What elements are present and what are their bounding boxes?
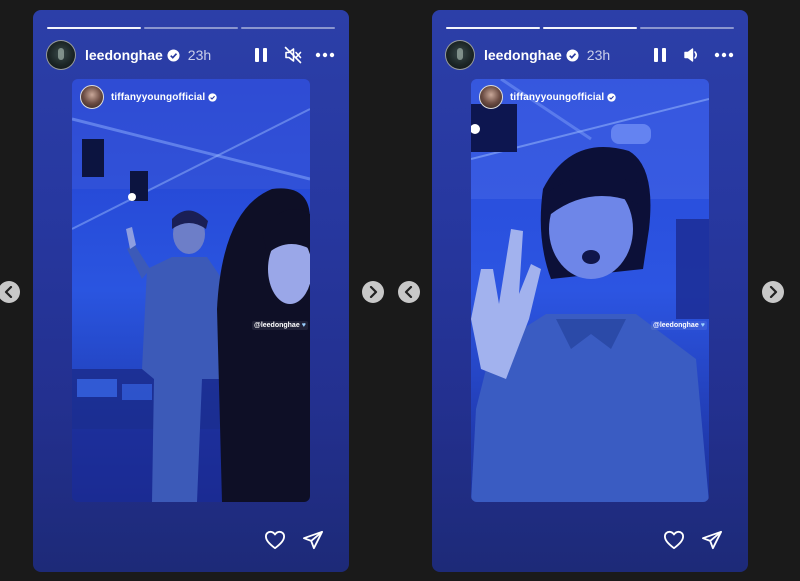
progress-segment	[446, 27, 540, 29]
mention-text: @leedonghae	[254, 322, 300, 329]
share-icon[interactable]	[701, 530, 723, 550]
story-header: leedonghae 23h	[445, 40, 734, 70]
story-progress-bar	[47, 27, 335, 29]
more-options-icon	[714, 52, 734, 58]
story-footer	[663, 530, 723, 550]
chevron-right-icon	[769, 286, 778, 298]
story-header: leedonghae 23h	[46, 40, 335, 70]
previous-story-button[interactable]	[0, 281, 20, 303]
more-options-button[interactable]	[315, 45, 335, 65]
story-footer	[264, 530, 324, 550]
mute-button[interactable]	[283, 45, 303, 65]
post-time: 23h	[187, 47, 212, 63]
blue-heart-icon: ♥	[301, 322, 306, 329]
next-story-button[interactable]	[362, 281, 384, 303]
chevron-left-icon	[4, 286, 13, 298]
post-time: 23h	[586, 47, 611, 63]
previous-story-button[interactable]	[398, 281, 420, 303]
avatar[interactable]	[445, 40, 475, 70]
story-media[interactable]: tiffanyyoungofficial @leedonghae ♥	[72, 79, 310, 502]
verified-icon	[566, 48, 579, 62]
progress-segment	[543, 27, 637, 29]
pause-button[interactable]	[650, 45, 670, 65]
story-photo	[471, 79, 709, 502]
reshared-username[interactable]: tiffanyyoungofficial	[510, 92, 604, 103]
speaker-muted-icon	[284, 46, 302, 64]
story-card-1[interactable]: leedonghae 23h tiffanyyoungofficial @lee…	[33, 10, 349, 572]
next-story-button[interactable]	[762, 281, 784, 303]
progress-segment	[144, 27, 238, 29]
heart-icon[interactable]	[264, 530, 286, 550]
reshared-header[interactable]: tiffanyyoungofficial	[479, 85, 616, 109]
chevron-left-icon	[404, 286, 413, 298]
reshared-avatar[interactable]	[479, 85, 503, 109]
avatar[interactable]	[46, 40, 76, 70]
heart-icon[interactable]	[663, 530, 685, 550]
progress-segment	[47, 27, 141, 29]
story-media[interactable]: tiffanyyoungofficial @leedonghae ♥	[471, 79, 709, 502]
sound-button[interactable]	[682, 45, 702, 65]
verified-icon	[167, 48, 180, 62]
speaker-on-icon	[684, 48, 698, 62]
progress-segment	[241, 27, 335, 29]
more-options-icon	[315, 52, 335, 58]
blue-heart-icon: ♥	[700, 322, 705, 329]
mention-text: @leedonghae	[653, 322, 699, 329]
share-icon[interactable]	[302, 530, 324, 550]
pause-icon	[654, 48, 666, 62]
username[interactable]: leedonghae	[85, 47, 163, 63]
more-options-button[interactable]	[714, 45, 734, 65]
reshared-username[interactable]: tiffanyyoungofficial	[111, 92, 205, 103]
mention-tag[interactable]: @leedonghae ♥	[252, 321, 308, 330]
pause-icon	[255, 48, 267, 62]
reshared-header[interactable]: tiffanyyoungofficial	[80, 85, 217, 109]
reshared-avatar[interactable]	[80, 85, 104, 109]
story-card-2[interactable]: leedonghae 23h tiffanyyoungofficial @lee…	[432, 10, 748, 572]
progress-segment	[640, 27, 734, 29]
pause-button[interactable]	[251, 45, 271, 65]
verified-icon	[208, 92, 217, 102]
story-photo	[72, 79, 310, 502]
username[interactable]: leedonghae	[484, 47, 562, 63]
story-progress-bar	[446, 27, 734, 29]
verified-icon	[607, 92, 616, 102]
chevron-right-icon	[369, 286, 378, 298]
mention-tag[interactable]: @leedonghae ♥	[651, 321, 707, 330]
